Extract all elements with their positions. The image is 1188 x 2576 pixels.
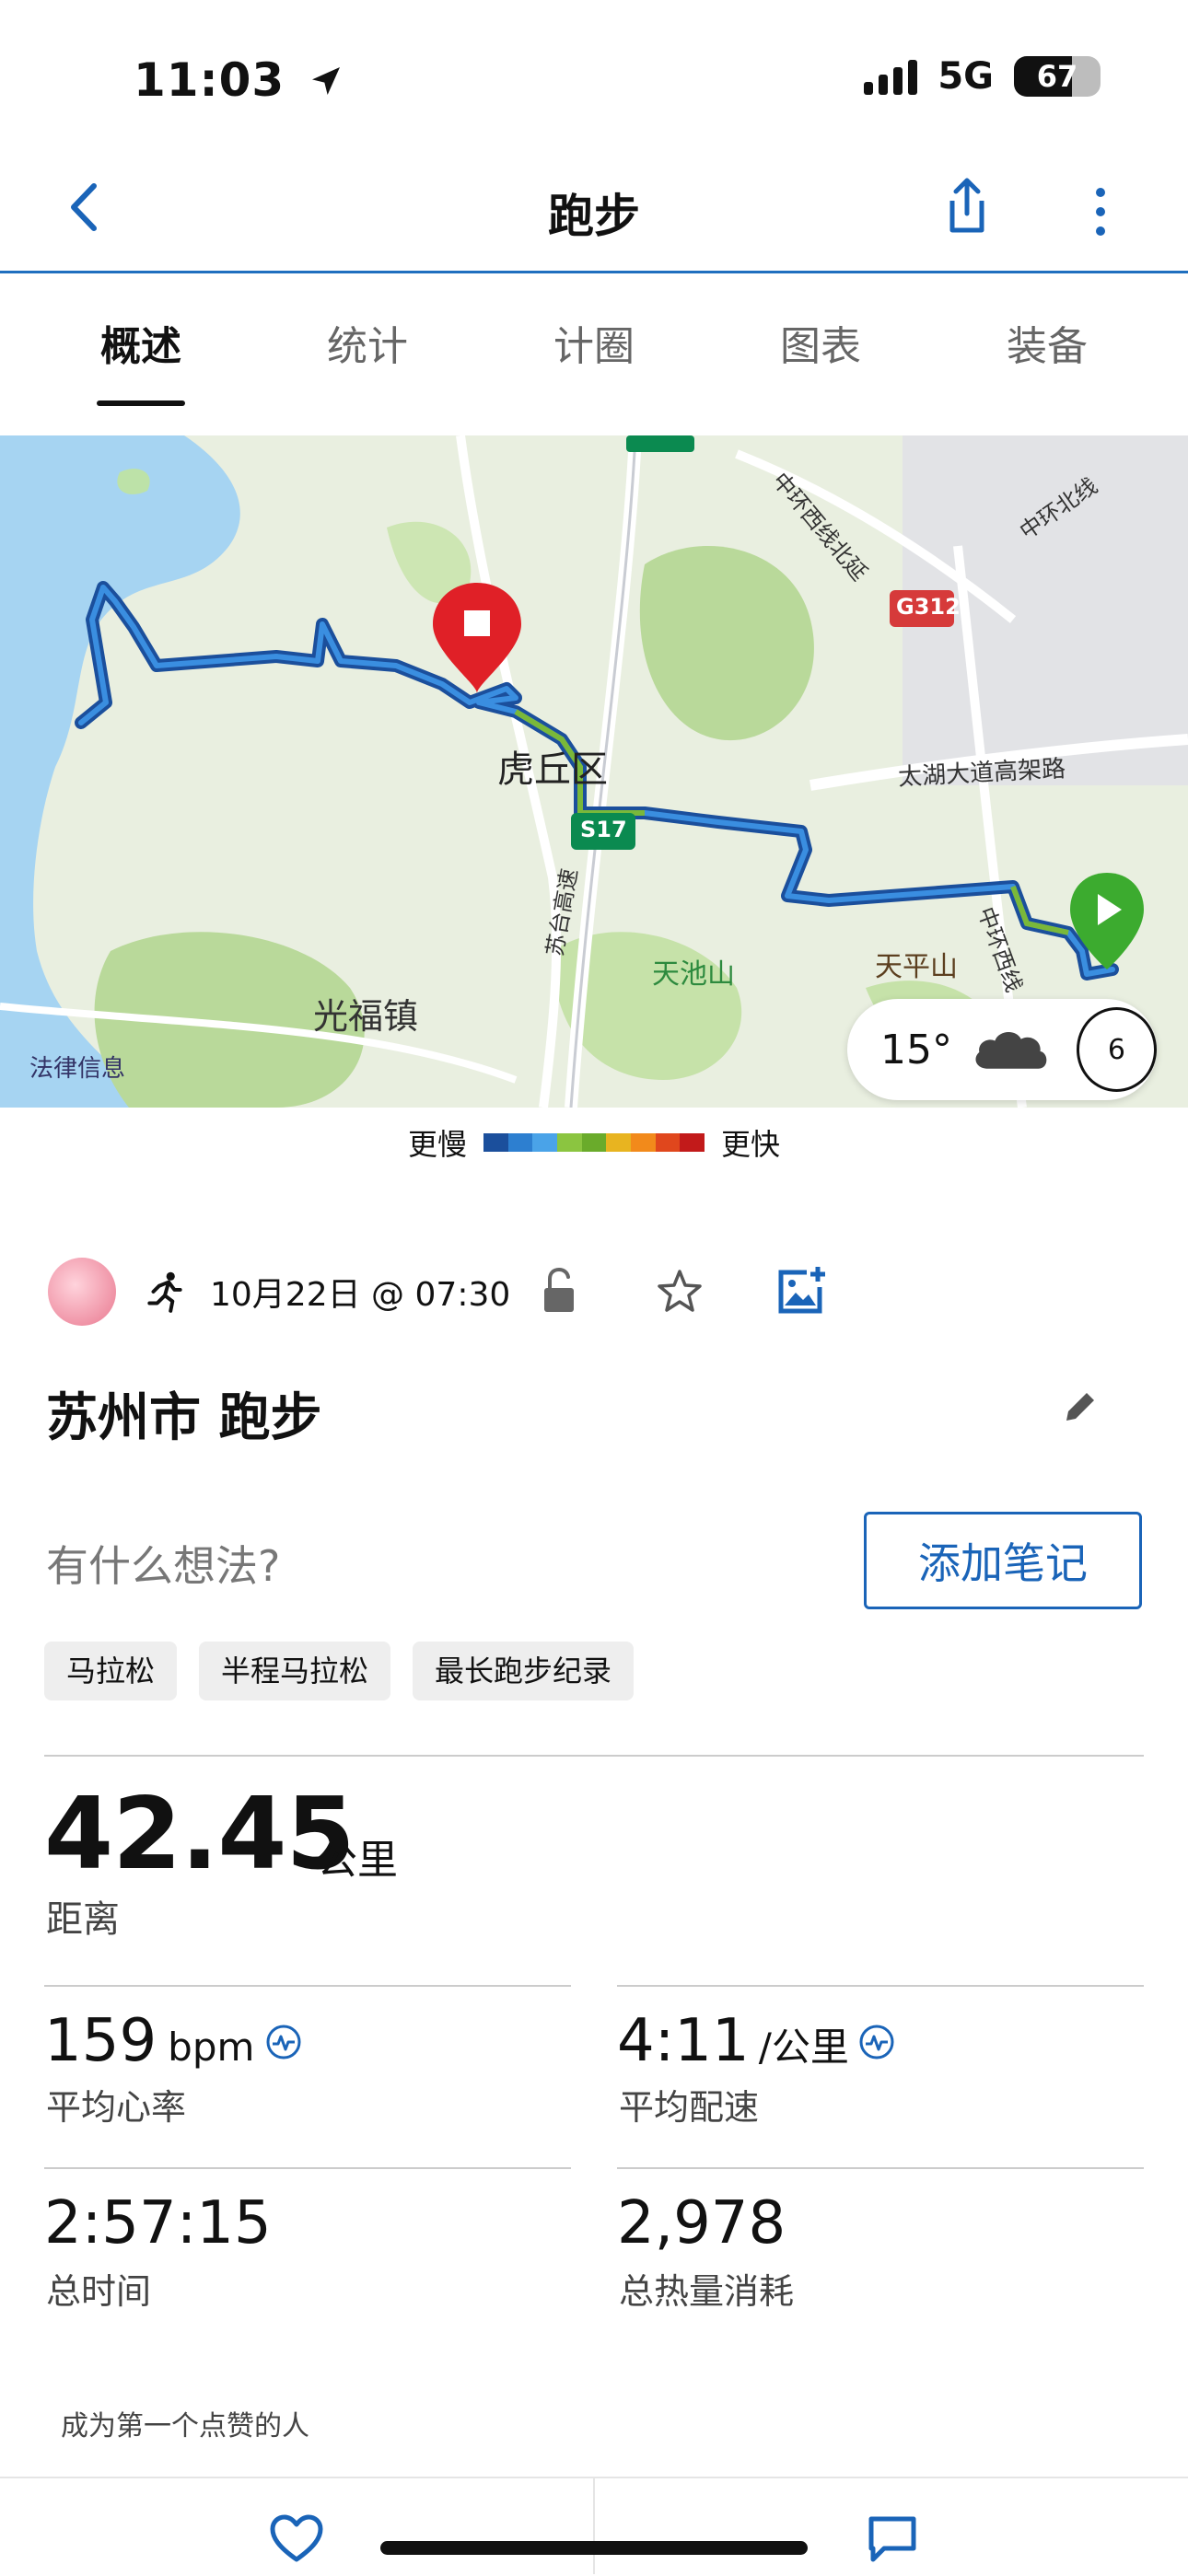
more-vertical-icon[interactable] [1077, 180, 1124, 244]
wind-indicator: 6 [1076, 1007, 1157, 1092]
location-arrow-icon [311, 67, 340, 95]
heart-icon[interactable] [269, 2513, 324, 2563]
divider [44, 1755, 1144, 1757]
weather-pill[interactable]: 15° 6 [847, 999, 1157, 1100]
tab-overview[interactable]: 概述 [49, 304, 233, 414]
map-shield-s17: S17 [580, 817, 627, 842]
avatar[interactable] [48, 1257, 116, 1326]
bottom-bar-separator [593, 2477, 595, 2574]
comment-icon[interactable] [866, 2512, 919, 2565]
divider [44, 1985, 571, 1987]
share-icon[interactable] [939, 173, 995, 238]
status-time-text: 11:03 [134, 53, 285, 107]
home-indicator [380, 2541, 808, 2555]
avg-hr-value: 159 [44, 2007, 157, 2075]
heart-rate-icon[interactable] [265, 2024, 302, 2060]
cloud-icon [975, 1032, 1047, 1069]
badge-half-marathon[interactable]: 半程马拉松 [199, 1642, 391, 1700]
avg-hr-stat: 159 bpm [44, 2007, 302, 2075]
status-indicators: 5G 67 [864, 55, 1101, 98]
star-icon[interactable] [654, 1266, 705, 1317]
wind-speed: 6 [1107, 1033, 1125, 1066]
unlock-icon[interactable] [539, 1266, 579, 1314]
distance-unit: 公里 [317, 1837, 398, 1884]
activity-meta: 10月22日 @ 07:30 [48, 1257, 510, 1326]
tab-gear[interactable]: 装备 [955, 304, 1139, 414]
pencil-icon[interactable] [1059, 1386, 1101, 1428]
pace-info-icon[interactable] [858, 2024, 895, 2060]
weather-temp: 15° [880, 1026, 952, 1073]
battery-icon: 67 [1014, 56, 1101, 97]
running-icon [147, 1271, 182, 1313]
tab-stats[interactable]: 统计 [275, 304, 460, 414]
map-label-mountain1: 天池山 [652, 958, 735, 991]
activity-datetime: 10月22日 @ 07:30 [210, 1275, 511, 1314]
calories-value: 2,978 [617, 2189, 786, 2257]
status-time: 11:03 [134, 53, 344, 107]
map-shield-g312: G312 [896, 594, 961, 620]
total-time-value: 2:57:15 [44, 2189, 272, 2257]
total-time-label: 总时间 [46, 2271, 152, 2312]
distance-value: 42.45 [44, 1777, 355, 1892]
avg-pace-stat: 4:11 /公里 [617, 2007, 895, 2075]
avg-pace-unit: /公里 [758, 2025, 849, 2070]
legend-faster: 更快 [721, 1127, 781, 1162]
map-label-district: 虎丘区 [497, 748, 608, 791]
tab-charts[interactable]: 图表 [728, 304, 913, 414]
add-note-button[interactable]: 添加笔记 [864, 1512, 1142, 1609]
activity-title: 苏州市 跑步 [46, 1388, 322, 1448]
badge-marathon[interactable]: 马拉松 [44, 1642, 178, 1700]
page-title: 跑步 [548, 190, 640, 243]
pace-color-bar [483, 1133, 705, 1152]
signal-icon [864, 58, 918, 95]
likes-text[interactable]: 成为第一个点赞的人 [61, 2403, 309, 2443]
battery-level: 67 [1036, 59, 1078, 94]
distance-label: 距离 [46, 1898, 120, 1941]
avg-pace-value: 4:11 [617, 2007, 750, 2075]
avg-hr-label: 平均心率 [46, 2087, 187, 2128]
pace-legend: 更慢 更快 [0, 1121, 1188, 1164]
tab-laps[interactable]: 计圈 [502, 304, 686, 414]
divider [44, 2167, 571, 2169]
network-type: 5G [938, 55, 994, 98]
legend-slower: 更慢 [407, 1127, 467, 1162]
thoughts-prompt[interactable]: 有什么想法? [46, 1533, 280, 1594]
add-photo-icon[interactable] [775, 1263, 829, 1317]
badge-longest-run[interactable]: 最长跑步纪录 [413, 1642, 635, 1700]
avg-pace-label: 平均配速 [619, 2087, 760, 2128]
map-legal-link[interactable]: 法律信息 [29, 1050, 125, 1084]
achievement-badges: 马拉松 半程马拉松 最长跑步纪录 [44, 1642, 635, 1700]
map-label-mountain2: 天平山 [875, 951, 958, 983]
map-label-town: 光福镇 [313, 996, 419, 1037]
tab-bar: 概述 统计 计圈 图表 装备 [0, 304, 1188, 414]
avg-hr-unit: bpm [168, 2025, 255, 2070]
divider [617, 2167, 1144, 2169]
calories-label: 总热量消耗 [619, 2271, 795, 2312]
divider [617, 1985, 1144, 1987]
